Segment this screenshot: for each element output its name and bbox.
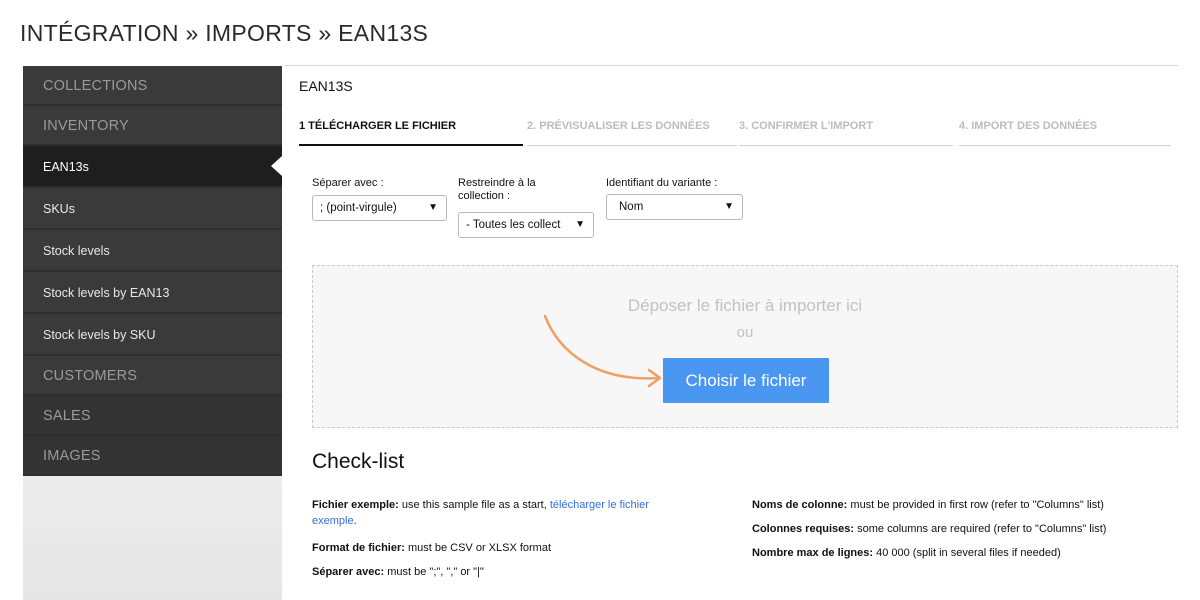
separator-value: ; (point-virgule)	[320, 202, 397, 214]
step-confirm-import[interactable]: 3. CONFIRMER L'IMPORT	[739, 120, 953, 146]
import-steps: 1 TÉLÉCHARGER LE FICHIER 2. PRÉVISUALISE…	[299, 120, 1171, 146]
checklist-separator: Séparer avec: must be ";", "," or "|"	[312, 564, 484, 580]
checklist-title: Check-list	[312, 450, 405, 473]
separator-select[interactable]: ; (point-virgule) ▼	[312, 195, 447, 221]
checklist-item-label: Séparer avec:	[312, 566, 385, 578]
sidebar-item-stock-levels-by-ean13[interactable]: Stock levels by EAN13	[23, 272, 282, 314]
sidebar-item-images[interactable]: IMAGES	[23, 436, 282, 476]
checklist-item-text: some columns are required (refer to "Col…	[854, 523, 1107, 535]
collection-label-line2: collection :	[458, 190, 510, 202]
sidebar-item-collections[interactable]: COLLECTIONS	[23, 66, 282, 106]
step-preview-data[interactable]: 2. PRÉVISUALISER LES DONNÉES	[527, 120, 737, 146]
checklist-item-text: must be CSV or XLSX format	[404, 542, 552, 554]
checklist-required-columns: Colonnes requises: some columns are requ…	[752, 521, 1106, 537]
file-dropzone[interactable]: Déposer le fichier à importer ici ou Cho…	[312, 265, 1178, 428]
sidebar-item-inventory[interactable]: INVENTORY	[23, 106, 282, 146]
collection-label: Restreindre à la collection :	[458, 177, 536, 203]
checklist-item-text: use this sample file as a start,	[398, 499, 550, 511]
checklist-item-text: 40 000 (split in several files if needed…	[873, 547, 1061, 559]
breadcrumb: INTÉGRATION » IMPORTS » EAN13S	[20, 20, 429, 46]
checklist-item-label: Colonnes requises:	[752, 523, 855, 535]
checklist-item-label: Fichier exemple:	[312, 499, 399, 511]
dropzone-text: Déposer le fichier à importer ici	[627, 296, 863, 315]
variant-label: Identifiant du variante :	[606, 177, 718, 189]
checklist-item-label: Nombre max de lignes:	[752, 547, 874, 559]
collection-select[interactable]: - Toutes les collect ▼	[458, 212, 594, 238]
step-label: 4. IMPORT DES DONNÉES	[959, 120, 1098, 132]
sidebar-item-sales[interactable]: SALES	[23, 396, 282, 436]
checklist-item-label: Format de fichier:	[312, 542, 405, 554]
arrow-icon	[543, 314, 662, 388]
checklist-column-names: Noms de colonne: must be provided in fir…	[752, 497, 1104, 513]
sidebar-item-stock-levels-by-sku[interactable]: Stock levels by SKU	[23, 314, 282, 356]
step-upload-file[interactable]: 1 TÉLÉCHARGER LE FICHIER	[299, 120, 523, 146]
sidebar: COLLECTIONS INVENTORY EAN13s SKUs Stock …	[23, 66, 282, 600]
download-sample-link[interactable]: télécharger le fichier	[550, 499, 649, 511]
sidebar-item-skus[interactable]: SKUs	[23, 188, 282, 230]
step-label: 1 TÉLÉCHARGER LE FICHIER	[299, 120, 457, 132]
checklist-item-label: Noms de colonne:	[752, 499, 848, 511]
sidebar-item-stock-levels[interactable]: Stock levels	[23, 230, 282, 272]
checklist-item-text: must be provided in first row (refer to …	[847, 499, 1104, 511]
sidebar-item-customers[interactable]: CUSTOMERS	[23, 356, 282, 396]
checklist-file-format: Format de fichier: must be CSV or XLSX f…	[312, 540, 551, 556]
chevron-down-icon: ▼	[724, 201, 734, 212]
collection-label-line1: Restreindre à la	[458, 177, 536, 189]
chevron-down-icon: ▼	[428, 202, 438, 213]
collection-value: - Toutes les collect	[466, 219, 561, 231]
checklist-sample-file: Fichier exemple: use this sample file as…	[312, 497, 722, 529]
separator-label: Séparer avec :	[312, 177, 384, 189]
dropzone-or: ou	[736, 324, 754, 341]
sidebar-item-ean13s[interactable]: EAN13s	[23, 146, 282, 188]
checklist-item-text: must be ";", "," or "|"	[384, 566, 484, 578]
header-divider	[285, 65, 1178, 66]
variant-value: Nom	[619, 201, 644, 213]
chevron-down-icon: ▼	[575, 219, 585, 230]
download-sample-link-cont[interactable]: exemple	[312, 515, 354, 527]
step-label: 2. PRÉVISUALISER LES DONNÉES	[527, 120, 710, 132]
step-import-data[interactable]: 4. IMPORT DES DONNÉES	[959, 120, 1171, 146]
checklist-max-rows: Nombre max de lignes: 40 000 (split in s…	[752, 545, 1061, 561]
checklist-item-end: .	[353, 515, 357, 527]
choose-file-button[interactable]: Choisir le fichier	[663, 358, 829, 403]
content-title: EAN13S	[299, 78, 353, 94]
variant-select[interactable]: Nom ▼	[606, 194, 743, 220]
step-label: 3. CONFIRMER L'IMPORT	[739, 120, 874, 132]
